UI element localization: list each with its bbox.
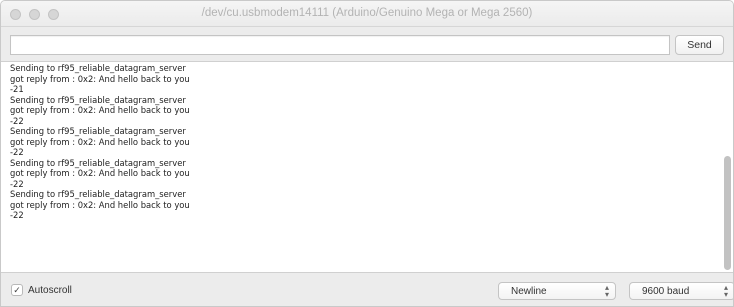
autoscroll-toggle[interactable]: ✓ Autoscroll bbox=[11, 284, 72, 296]
baud-rate-value: 9600 baud bbox=[642, 285, 690, 297]
title-bar[interactable]: /dev/cu.usbmodem14111 (Arduino/Genuino M… bbox=[1, 1, 733, 27]
send-row: Send bbox=[10, 35, 724, 55]
output-line: got reply from : 0x2: And hello back to … bbox=[10, 168, 190, 178]
output-line: got reply from : 0x2: And hello back to … bbox=[10, 105, 190, 115]
output-line: -22 bbox=[10, 147, 24, 157]
serial-output-text: Sending to rf95_reliable_datagram_server… bbox=[10, 63, 190, 221]
line-ending-select[interactable]: Newline ▴ ▾ bbox=[498, 282, 616, 300]
output-line: -22 bbox=[10, 115, 24, 126]
output-line: Sending to rf95_reliable_datagram_server bbox=[10, 94, 186, 105]
output-line: got reply from : 0x2: And hello back to … bbox=[10, 73, 190, 84]
output-line: Sending to rf95_reliable_datagram_server bbox=[10, 157, 186, 168]
checkmark-icon: ✓ bbox=[13, 284, 21, 295]
output-line: Sending to rf95_reliable_datagram_server bbox=[10, 126, 186, 136]
send-button[interactable]: Send bbox=[675, 35, 724, 55]
select-arrows-icon: ▴ ▾ bbox=[604, 283, 609, 299]
output-line: -22 bbox=[10, 178, 24, 189]
output-scrollbar[interactable] bbox=[724, 156, 731, 270]
output-line: Sending to rf95_reliable_datagram_server bbox=[10, 63, 186, 73]
output-line: Sending to rf95_reliable_datagram_server bbox=[10, 189, 186, 199]
serial-output-area[interactable]: Sending to rf95_reliable_datagram_server… bbox=[1, 61, 733, 273]
output-line: got reply from : 0x2: And hello back to … bbox=[10, 199, 190, 210]
output-line: -21 bbox=[10, 84, 24, 94]
window-title: /dev/cu.usbmodem14111 (Arduino/Genuino M… bbox=[201, 7, 533, 19]
line-ending-value: Newline bbox=[511, 285, 547, 297]
output-line: -22 bbox=[10, 210, 24, 220]
serial-monitor-window: /dev/cu.usbmodem14111 (Arduino/Genuino M… bbox=[0, 0, 734, 307]
output-line: got reply from : 0x2: And hello back to … bbox=[10, 136, 190, 147]
autoscroll-label: Autoscroll bbox=[28, 284, 72, 296]
serial-message-input[interactable] bbox=[10, 35, 670, 55]
autoscroll-checkbox[interactable]: ✓ bbox=[11, 284, 23, 296]
baud-rate-select[interactable]: 9600 baud ▴ ▾ bbox=[629, 282, 733, 300]
bottom-bar: ✓ Autoscroll Newline ▴ ▾ 9600 baud ▴ ▾ bbox=[1, 274, 733, 306]
select-arrows-icon: ▴ ▾ bbox=[723, 283, 728, 299]
